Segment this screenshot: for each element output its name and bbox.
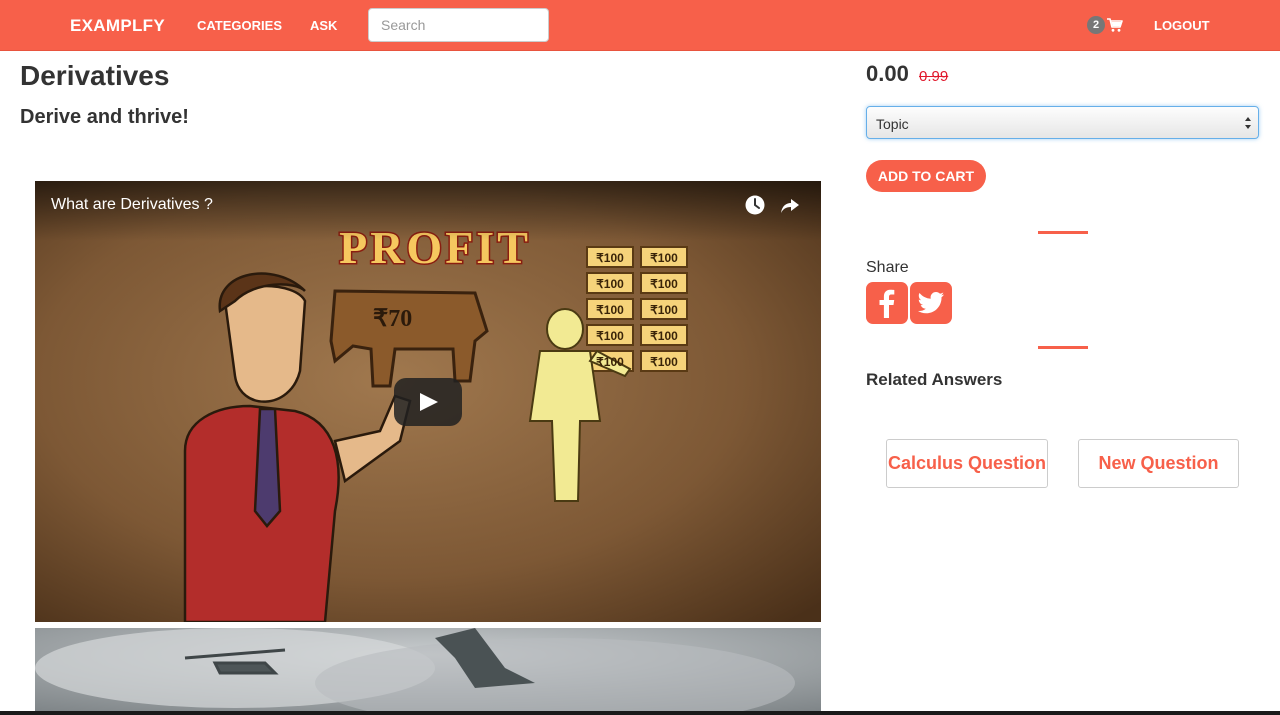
helicopter-scene-image xyxy=(35,628,821,711)
page-title: Derivatives xyxy=(20,60,170,91)
twitter-share-button[interactable] xyxy=(910,282,952,324)
logout-link[interactable]: LOGOUT xyxy=(1154,18,1210,33)
related-answer-button[interactable]: Calculus Question xyxy=(886,439,1048,488)
scene-banknote-label: ₹100 xyxy=(650,251,678,265)
facebook-share-button[interactable] xyxy=(866,282,908,324)
shopping-cart-icon xyxy=(1107,18,1123,32)
share-arrow-icon[interactable] xyxy=(779,194,801,216)
select-updown-arrows-icon xyxy=(1245,117,1251,129)
video-title[interactable]: What are Derivatives ? xyxy=(51,196,213,214)
twitter-icon xyxy=(917,292,944,314)
topic-select[interactable]: Topic xyxy=(866,106,1259,139)
related-answers-heading: Related Answers xyxy=(866,370,1003,389)
current-price: 0.00 xyxy=(866,61,909,86)
scene-banknote-label: ₹100 xyxy=(650,355,678,369)
topic-select-value: Topic xyxy=(876,116,909,132)
cart-count-badge: 2 xyxy=(1087,16,1105,34)
watch-later-clock-icon[interactable] xyxy=(744,194,766,216)
section-divider xyxy=(1038,346,1088,349)
brand-logo[interactable]: EXAMPLFY xyxy=(70,16,165,36)
scene-cow-price: ₹70 xyxy=(373,306,412,332)
play-button[interactable] xyxy=(394,378,462,426)
original-price: 0.99 xyxy=(919,68,949,85)
page: EXAMPLFY CATEGORIES ASK 2 LOGOUT Derivat… xyxy=(0,0,1280,711)
facebook-icon xyxy=(879,289,895,318)
related-answer-button[interactable]: New Question xyxy=(1078,439,1239,488)
page-subtitle: Derive and thrive! xyxy=(20,106,189,128)
scene-banknote-label: ₹100 xyxy=(650,329,678,343)
scene-banknote-label: ₹100 xyxy=(596,251,624,265)
scene-banknote-label: ₹100 xyxy=(596,329,624,343)
video-player[interactable]: PROFIT ₹70 ₹100 ₹100 ₹100 ₹100 ₹100 ₹100… xyxy=(35,181,821,622)
nav-ask-link[interactable]: ASK xyxy=(310,18,337,33)
second-video-thumbnail[interactable] xyxy=(35,628,821,711)
search-input[interactable] xyxy=(368,8,549,42)
top-navbar: EXAMPLFY CATEGORIES ASK 2 LOGOUT xyxy=(0,0,1280,51)
scene-banknote-label: ₹100 xyxy=(650,303,678,317)
add-to-cart-button[interactable]: ADD TO CART xyxy=(866,160,986,192)
scene-banknote-label: ₹100 xyxy=(596,355,624,369)
scene-banknote-label: ₹100 xyxy=(596,303,624,317)
scene-banknote-label: ₹100 xyxy=(596,277,624,291)
section-divider xyxy=(1038,231,1088,234)
cart-link[interactable]: 2 xyxy=(1087,16,1123,34)
scene-banknote-label: ₹100 xyxy=(650,277,678,291)
share-label: Share xyxy=(866,259,909,276)
nav-categories-link[interactable]: CATEGORIES xyxy=(197,18,282,33)
play-icon xyxy=(420,393,438,411)
